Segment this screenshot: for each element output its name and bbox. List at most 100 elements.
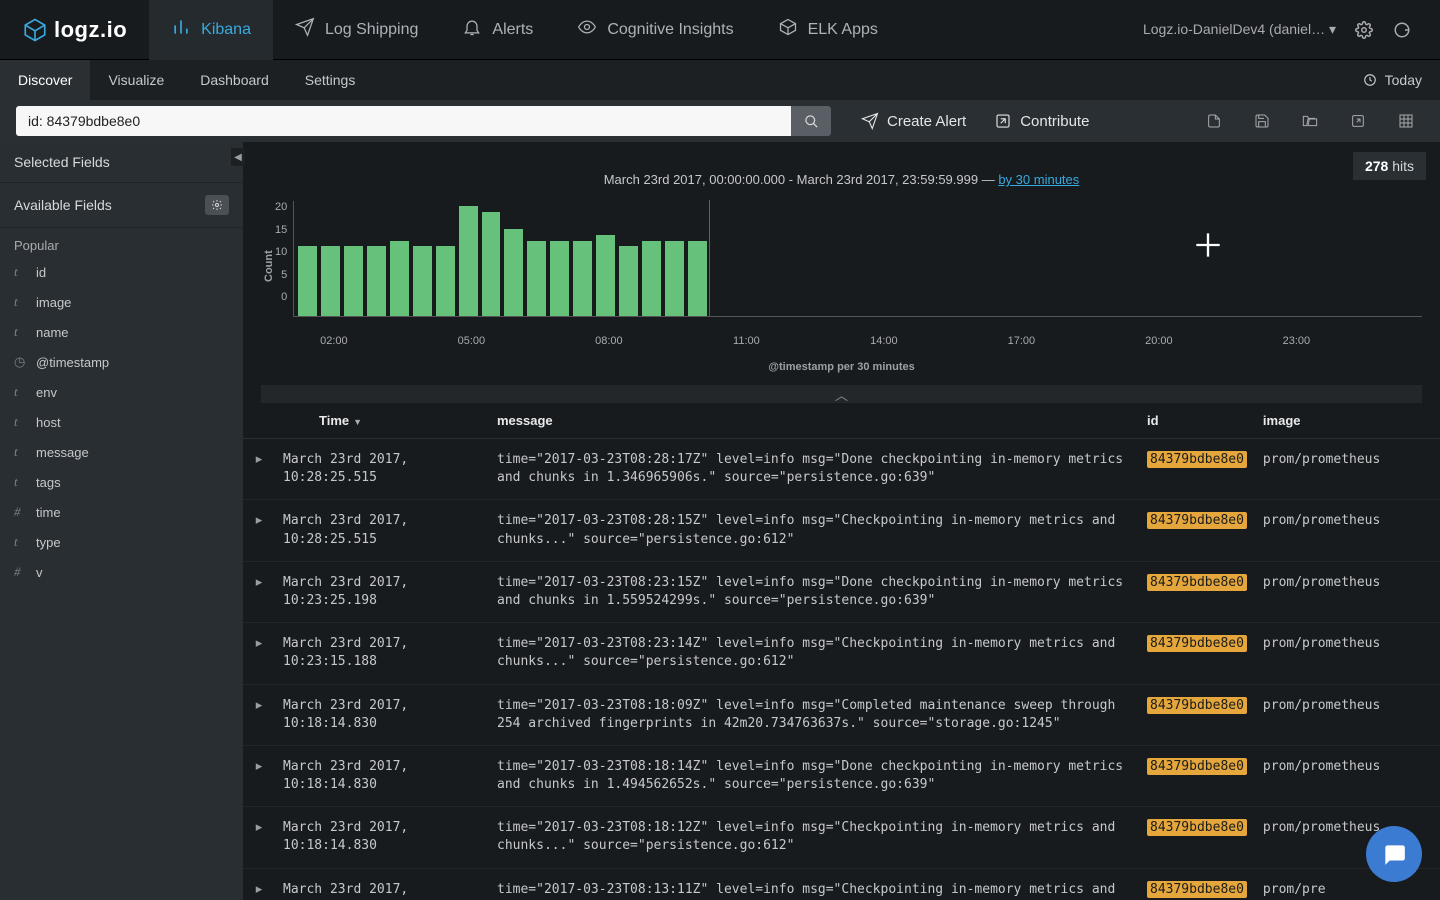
subtab-discover[interactable]: Discover (0, 60, 90, 100)
histogram-bar[interactable] (390, 241, 409, 316)
field-type-icon: t (14, 414, 26, 430)
nav-log-shipping[interactable]: Log Shipping (273, 0, 440, 60)
cell-id: 84379bdbe8e0 (1139, 868, 1255, 900)
nav-alerts[interactable]: Alerts (440, 0, 555, 60)
fields-sidebar: ◀ Selected Fields Available Fields Popul… (0, 142, 243, 900)
time-filter[interactable]: Today (1385, 72, 1422, 88)
histogram-bar[interactable] (688, 241, 707, 316)
save-icon[interactable] (1252, 111, 1272, 131)
row-expand-icon[interactable]: ▸ (243, 745, 275, 806)
cell-image: prom/prometheus (1255, 684, 1440, 745)
gear-icon[interactable] (1354, 20, 1374, 40)
intercom-chat-button[interactable] (1366, 826, 1422, 882)
histogram-bar[interactable] (527, 241, 546, 316)
field-name[interactable]: tname (0, 317, 243, 347)
row-expand-icon[interactable]: ▸ (243, 500, 275, 561)
histogram-bar[interactable] (550, 241, 569, 316)
field-type[interactable]: ttype (0, 527, 243, 557)
cell-time: March 23rd 2017, 10:18:14.830 (275, 745, 489, 806)
field-type-icon: t (14, 294, 26, 310)
grid-icon[interactable] (1396, 111, 1416, 131)
column-time[interactable]: Time (319, 413, 349, 428)
selected-fields-header[interactable]: Selected Fields (0, 142, 243, 183)
search-input[interactable] (16, 106, 791, 136)
subtab-settings[interactable]: Settings (287, 60, 374, 100)
logz-logo-icon (22, 17, 48, 43)
histogram-plot[interactable] (293, 201, 1422, 317)
histogram-bar[interactable] (367, 246, 386, 316)
histogram-bar[interactable] (596, 235, 615, 316)
field-v[interactable]: #v (0, 557, 243, 587)
histogram-bar[interactable] (642, 241, 661, 316)
row-expand-icon[interactable]: ▸ (243, 868, 275, 900)
cell-message: time="2017-03-23T08:13:11Z" level=info m… (489, 868, 1139, 900)
nav-kibana[interactable]: Kibana (149, 0, 273, 60)
cell-image: prom/prometheus (1255, 561, 1440, 622)
field-type-icon: t (14, 324, 26, 340)
histogram-bar[interactable] (482, 212, 501, 316)
nav-cognitive-insights[interactable]: Cognitive Insights (555, 0, 755, 60)
field-settings-icon[interactable] (205, 195, 229, 215)
histogram-bar[interactable] (436, 246, 455, 316)
subtab-dashboard[interactable]: Dashboard (182, 60, 287, 100)
field-host[interactable]: thost (0, 407, 243, 437)
histogram-bar[interactable] (459, 206, 478, 316)
field-type-icon: # (14, 564, 26, 580)
bell-icon (462, 17, 482, 42)
brand-logo[interactable]: logz.io (0, 17, 149, 43)
table-row: ▸March 23rd 2017, 10:23:15.188time="2017… (243, 623, 1440, 684)
eye-icon (577, 17, 597, 42)
cell-message: time="2017-03-23T08:18:14Z" level=info m… (489, 745, 1139, 806)
nav-elk-apps[interactable]: ELK Apps (756, 0, 900, 60)
table-row: ▸March 23rd 2017, 10:23:25.198time="2017… (243, 561, 1440, 622)
cell-image: prom/prometheus (1255, 439, 1440, 500)
histogram-bar[interactable] (573, 241, 592, 316)
new-icon[interactable] (1204, 111, 1224, 131)
external-icon[interactable] (1348, 111, 1368, 131)
field-tags[interactable]: ttags (0, 467, 243, 497)
row-expand-icon[interactable]: ▸ (243, 807, 275, 868)
field-type-icon: t (14, 534, 26, 550)
table-row: ▸March 23rd 2017, 10:13:14.500time="2017… (243, 868, 1440, 900)
open-icon[interactable] (1300, 111, 1320, 131)
field-image[interactable]: timage (0, 287, 243, 317)
histogram-bar[interactable] (665, 241, 684, 316)
row-expand-icon[interactable]: ▸ (243, 439, 275, 500)
column-image[interactable]: image (1255, 403, 1440, 439)
row-expand-icon[interactable]: ▸ (243, 623, 275, 684)
cell-time: March 23rd 2017, 10:23:25.198 (275, 561, 489, 622)
cell-time: March 23rd 2017, 10:13:14.500 (275, 868, 489, 900)
available-fields-header[interactable]: Available Fields (0, 183, 243, 228)
bars-icon (171, 17, 191, 42)
field-time[interactable]: #time (0, 497, 243, 527)
histogram-bar[interactable] (413, 246, 432, 316)
column-id[interactable]: id (1139, 403, 1255, 439)
histogram-bar[interactable] (298, 246, 317, 316)
table-row: ▸March 23rd 2017, 10:18:14.830time="2017… (243, 684, 1440, 745)
cell-message: time="2017-03-23T08:28:15Z" level=info m… (489, 500, 1139, 561)
histogram-bar[interactable] (344, 246, 363, 316)
column-message[interactable]: message (489, 403, 1139, 439)
field-message[interactable]: tmessage (0, 437, 243, 467)
histogram-bar[interactable] (504, 229, 523, 316)
row-expand-icon[interactable]: ▸ (243, 684, 275, 745)
y-axis-label: Count (261, 201, 275, 331)
field-env[interactable]: tenv (0, 377, 243, 407)
account-dropdown[interactable]: Logz.io-DanielDev4 (daniel… ▾ (1143, 21, 1336, 38)
cell-id: 84379bdbe8e0 (1139, 561, 1255, 622)
table-row: ▸March 23rd 2017, 10:28:25.515time="2017… (243, 439, 1440, 500)
histogram-bar[interactable] (321, 246, 340, 316)
field-at-timestamp[interactable]: ◷@timestamp (0, 347, 243, 377)
chart-collapse-handle[interactable]: ︿ (261, 385, 1422, 403)
cell-time: March 23rd 2017, 10:18:14.830 (275, 807, 489, 868)
row-expand-icon[interactable]: ▸ (243, 561, 275, 622)
logout-icon[interactable] (1392, 20, 1412, 40)
histogram-bar[interactable] (619, 246, 638, 316)
subtab-visualize[interactable]: Visualize (90, 60, 182, 100)
create-alert-button[interactable]: Create Alert (861, 112, 966, 130)
field-id[interactable]: tid (0, 257, 243, 287)
search-button[interactable] (791, 106, 831, 136)
contribute-button[interactable]: Contribute (994, 112, 1089, 130)
interval-link[interactable]: by 30 minutes (998, 172, 1079, 187)
cell-id: 84379bdbe8e0 (1139, 684, 1255, 745)
